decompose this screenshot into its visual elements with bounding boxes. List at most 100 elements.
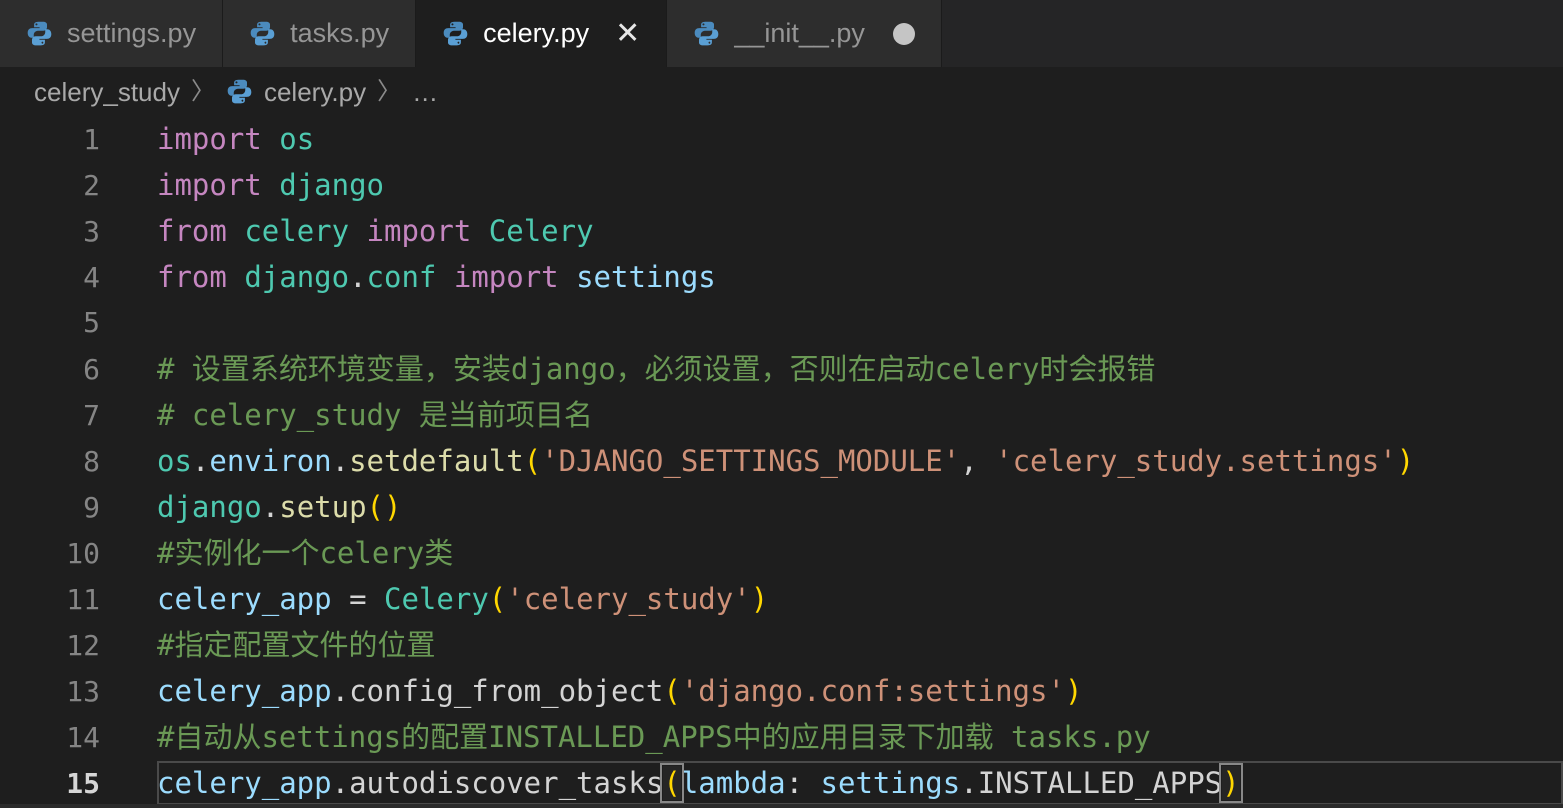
code-line[interactable]: 10 #实例化一个celery类 — [0, 530, 1563, 576]
code-token: ( — [523, 444, 542, 478]
tab-label: celery.py — [483, 18, 590, 48]
line-number: 9 — [83, 491, 100, 524]
code-token: ( — [663, 674, 681, 708]
code-token: from — [157, 214, 227, 248]
code-line[interactable]: 12 #指定配置文件的位置 — [0, 622, 1563, 668]
code-token: setdefault — [349, 444, 524, 478]
code-token: os — [157, 444, 192, 478]
code-token: 'DJANGO_SETTINGS_MODULE' — [541, 444, 961, 478]
code-token: django — [279, 168, 384, 202]
code-token: environ — [209, 444, 332, 478]
code-token: django — [157, 490, 262, 524]
line-number: 14 — [66, 721, 100, 754]
code-token: settings — [576, 260, 716, 294]
tab-bar-empty-space — [941, 0, 1563, 67]
breadcrumb-file-icon — [226, 78, 253, 105]
line-number: 13 — [66, 675, 100, 708]
line-number: 8 — [83, 445, 100, 478]
editor-tab-celery-py[interactable]: celery.py ✕ — [416, 0, 668, 67]
code-text: #自动从settings的配置INSTALLED_APPS中的应用目录下加载 t… — [157, 714, 1151, 760]
tab-close-icon[interactable]: ✕ — [615, 18, 640, 49]
editor-tab---init---py[interactable]: __init__.py — [667, 0, 942, 67]
code-editor[interactable]: 1 import os 2 import django 3 from celery imp… — [0, 116, 1563, 808]
code-token: lambda — [680, 766, 786, 800]
code-line[interactable]: 3 from celery import Celery — [0, 208, 1563, 254]
code-token: ) — [1064, 674, 1083, 708]
breadcrumb-separator-icon: 〉 — [377, 77, 402, 105]
tab-label: tasks.py — [290, 18, 390, 48]
code-token: ( — [488, 582, 507, 616]
line-number: 15 — [66, 767, 100, 800]
code-token: settings — [820, 766, 961, 800]
code-line[interactable]: 2 import django — [0, 162, 1563, 208]
code-token: autodiscover_tasks — [349, 766, 664, 800]
breadcrumb-item-1[interactable]: celery.py — [264, 79, 366, 105]
code-line[interactable]: 5 — [0, 300, 1563, 346]
code-line[interactable]: 1 import os — [0, 116, 1563, 162]
code-token: import — [157, 168, 262, 202]
tab-label: settings.py — [67, 18, 197, 48]
code-token: config_from_object — [349, 674, 664, 708]
code-token: import — [366, 214, 472, 248]
editor-tab-bar: settings.py tasks.py celery.py ✕ __init__.py — [0, 0, 1563, 67]
code-token: : — [785, 766, 804, 800]
code-line[interactable]: 11 celery_app = Celery('celery_study') — [0, 576, 1563, 622]
code-line[interactable]: 6 # 设置系统环境变量，安装django，必须设置，否则在启动celery时会报… — [0, 346, 1563, 392]
code-token: import — [453, 260, 559, 294]
breadcrumb-separator-icon: 〉 — [190, 77, 215, 105]
editor-tab-settings-py[interactable]: settings.py — [0, 0, 224, 67]
code-line[interactable]: 13 celery_app.config_from_object('django.… — [0, 668, 1563, 714]
tab-label: __init__.py — [734, 18, 865, 48]
code-token: . — [331, 766, 350, 800]
code-line[interactable]: 4 from django.conf import settings — [0, 254, 1563, 300]
code-token: ( — [366, 490, 385, 524]
line-number: 6 — [83, 353, 100, 386]
python-file-icon — [27, 21, 52, 46]
code-token: , — [960, 444, 978, 478]
code-token: Celery — [488, 214, 594, 248]
code-text: celery_app = Celery('celery_study') — [157, 576, 768, 622]
python-file-icon — [250, 21, 275, 46]
editor-tab-tasks-py[interactable]: tasks.py — [223, 0, 417, 67]
code-token: . — [960, 766, 978, 800]
code-line[interactable]: 14 #自动从settings的配置INSTALLED_APPS中的应用目录下加载… — [0, 714, 1563, 760]
code-token: ) — [384, 490, 402, 524]
code-token: ) — [1396, 444, 1415, 478]
line-number: 11 — [66, 583, 100, 616]
code-token: #指定配置文件的位置 — [157, 628, 436, 662]
breadcrumb-item-0[interactable]: celery_study — [34, 79, 180, 105]
code-token: . — [261, 490, 280, 524]
matching-bracket: ) — [1219, 763, 1243, 803]
code-line[interactable]: 8 os.environ.setdefault('DJANGO_SETTINGS_… — [0, 438, 1563, 484]
code-text: from celery import Celery — [157, 208, 594, 254]
code-token: . — [191, 444, 210, 478]
code-token: . — [349, 260, 367, 294]
code-token: os — [279, 122, 315, 156]
code-token: INSTALLED_APPS — [977, 766, 1223, 800]
code-line[interactable]: 9 django.setup() — [0, 484, 1563, 530]
code-text: os.environ.setdefault('DJANGO_SETTINGS_M… — [157, 438, 1414, 484]
code-text: #实例化一个celery类 — [157, 530, 453, 576]
code-token: 'celery_study' — [506, 582, 751, 616]
code-line[interactable]: 15 celery_app.autodiscover_tasks(lambda: … — [0, 760, 1563, 806]
code-line[interactable]: 7 # celery_study 是当前项目名 — [0, 392, 1563, 438]
code-token: = — [349, 582, 367, 616]
line-number: 10 — [66, 537, 100, 570]
breadcrumb-item-2[interactable]: … — [412, 79, 438, 105]
line-number: 3 — [83, 215, 100, 248]
code-token: . — [331, 674, 350, 708]
code-token: 'celery_study.settings' — [995, 444, 1397, 478]
code-text: from django.conf import settings — [157, 254, 716, 300]
horizontal-scrollbar[interactable] — [0, 804, 1563, 808]
tab-dirty-indicator-icon[interactable] — [892, 22, 915, 45]
python-file-icon — [443, 21, 468, 46]
